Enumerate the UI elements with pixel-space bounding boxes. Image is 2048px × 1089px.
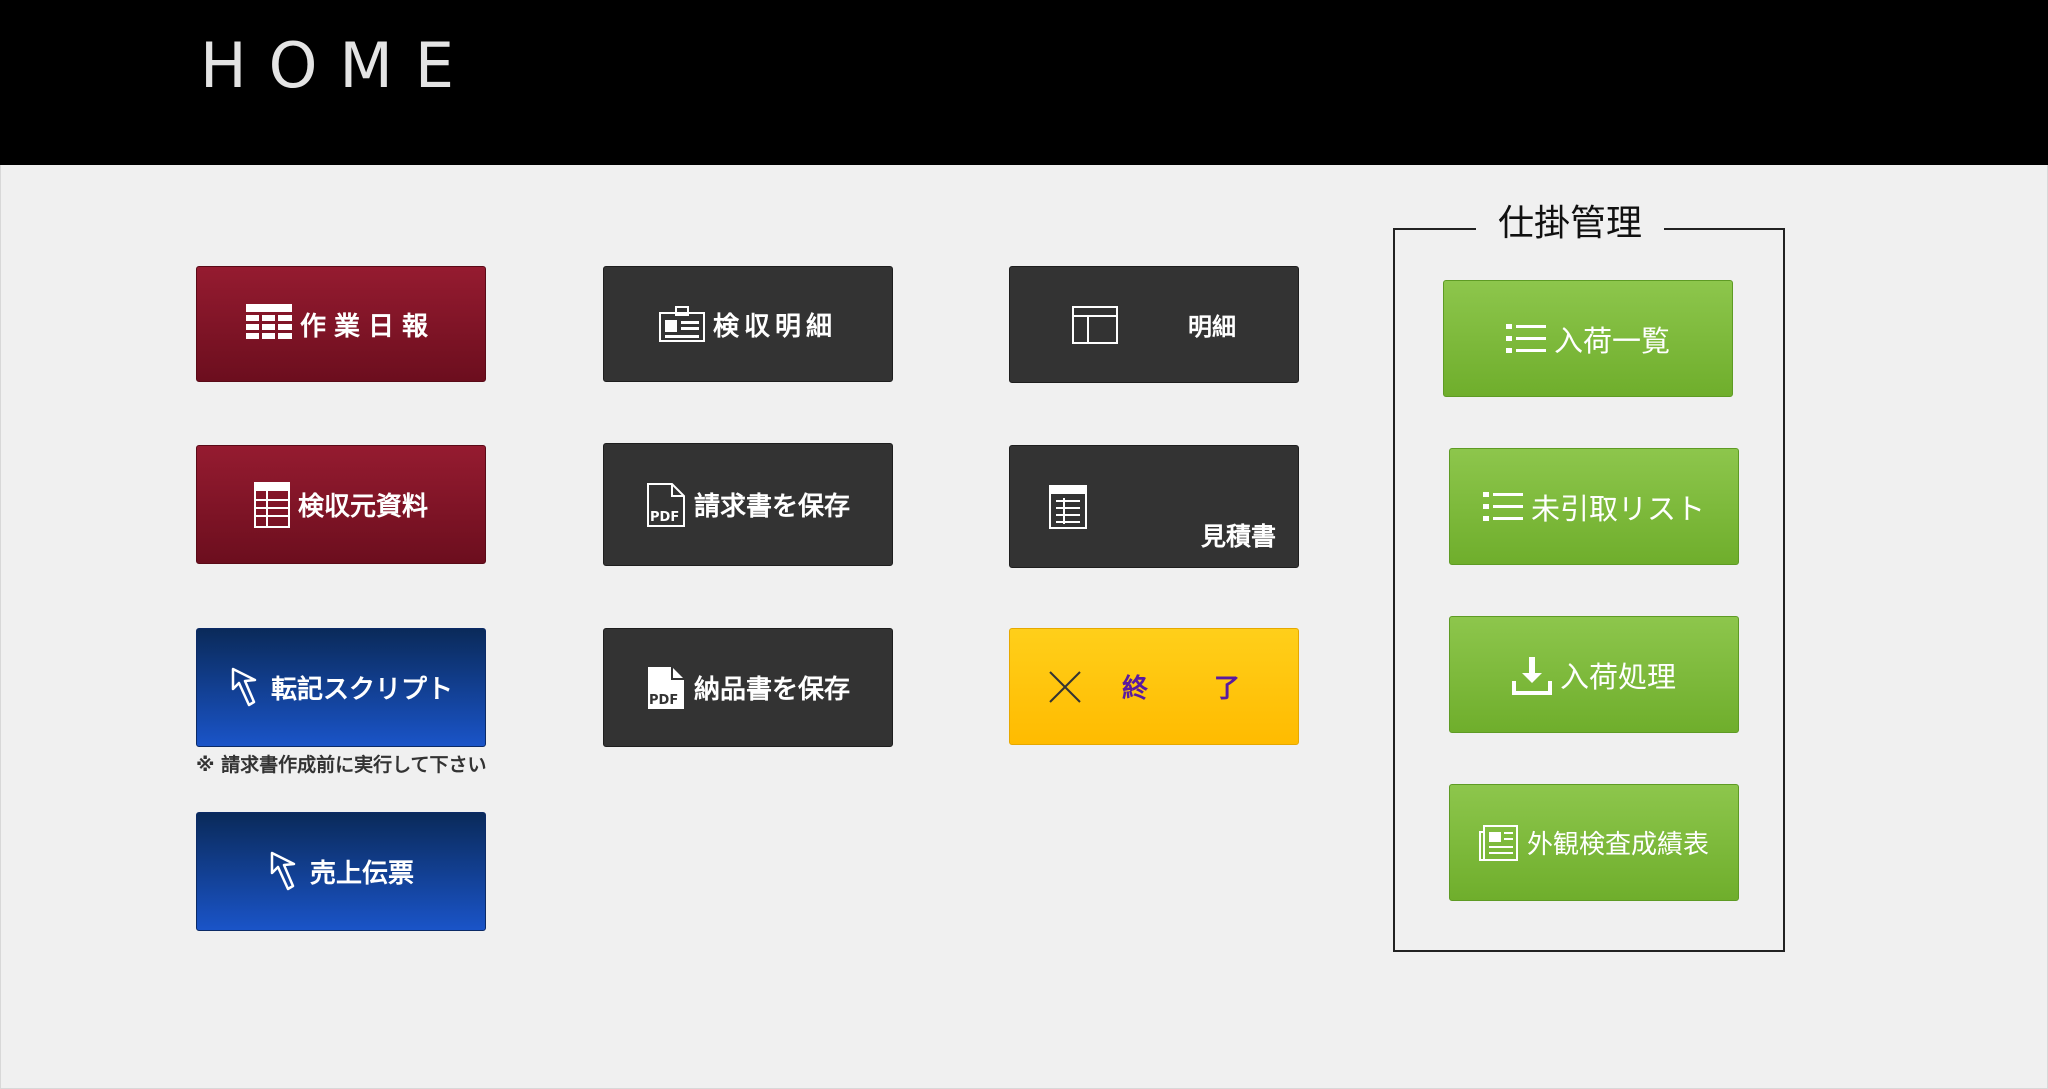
- tenki-script-button[interactable]: 転記スクリプト: [196, 628, 486, 747]
- shuryo-button[interactable]: 終 了: [1009, 628, 1299, 745]
- document-list-icon: [1048, 484, 1088, 530]
- gaikan-kensa-label: 外観検査成績表: [1526, 830, 1709, 860]
- nyuka-ichiran-button[interactable]: 入荷一覧: [1443, 280, 1733, 397]
- layout-icon: [1072, 305, 1118, 344]
- meisai-label: 明細: [1188, 313, 1236, 341]
- mitsumorisho-button[interactable]: 見積書: [1009, 445, 1299, 568]
- list-icon: [1505, 322, 1546, 356]
- shuryo-label: 終 了: [1121, 674, 1260, 704]
- page-title: HOME: [200, 29, 477, 102]
- id-card-icon: [658, 305, 705, 343]
- kenshu-meisai-label: 検収明細: [712, 311, 837, 342]
- gaikan-kensa-button[interactable]: 外観検査成績表: [1449, 784, 1739, 901]
- kenshu-meisai-button[interactable]: 検収明細: [603, 266, 893, 382]
- mihikitori-list-button[interactable]: 未引取リスト: [1449, 448, 1739, 565]
- tenki-note: ※ 請求書作成前に実行して下さい: [196, 754, 487, 776]
- newspaper-icon: [1478, 824, 1519, 862]
- nyuka-ichiran-label: 入荷一覧: [1553, 323, 1670, 358]
- meisai-button[interactable]: 明細: [1009, 266, 1299, 383]
- nohinsho-hozon-button[interactable]: PDF 納品書を保存: [603, 628, 893, 747]
- seikyusho-hozon-button[interactable]: PDF 請求書を保存: [603, 443, 893, 566]
- uriage-denpyo-label: 売上伝票: [309, 859, 414, 889]
- kenshu-moto-shiryo-label: 検収元資料: [297, 492, 428, 522]
- mihikitori-list-label: 未引取リスト: [1530, 491, 1705, 526]
- nyuka-shori-label: 入荷処理: [1559, 659, 1676, 694]
- svg-text:PDF: PDF: [649, 693, 678, 708]
- pdf-file-icon: PDF: [646, 665, 686, 711]
- seikyusho-hozon-label: 請求書を保存: [693, 492, 850, 522]
- pdf-file-icon: PDF: [646, 482, 686, 528]
- spreadsheet-icon: [253, 481, 290, 528]
- close-icon: [1048, 670, 1082, 704]
- page-header: HOME: [0, 0, 2048, 165]
- nohinsho-hozon-label: 納品書を保存: [693, 675, 850, 705]
- nyuka-shori-button[interactable]: 入荷処理: [1449, 616, 1739, 733]
- list-icon: [1482, 490, 1523, 524]
- uriage-denpyo-button[interactable]: 売上伝票: [196, 812, 486, 931]
- tenki-script-label: 転記スクリプト: [270, 675, 453, 705]
- svg-text:PDF: PDF: [650, 510, 679, 525]
- table-icon: [245, 304, 292, 344]
- mitsumorisho-label: 見積書: [1200, 522, 1276, 551]
- sagyo-nippo-button[interactable]: 作業日報: [196, 266, 486, 382]
- cursor-arrow-icon: [229, 665, 263, 711]
- shikake-kanri-title: 仕掛管理: [1420, 194, 1720, 246]
- download-icon: [1511, 655, 1552, 695]
- sagyo-nippo-label: 作業日報: [299, 311, 436, 342]
- kenshu-moto-shiryo-button[interactable]: 検収元資料: [196, 445, 486, 564]
- shikake-kanri-title-text: 仕掛管理: [1475, 194, 1664, 246]
- cursor-arrow-icon: [268, 849, 302, 895]
